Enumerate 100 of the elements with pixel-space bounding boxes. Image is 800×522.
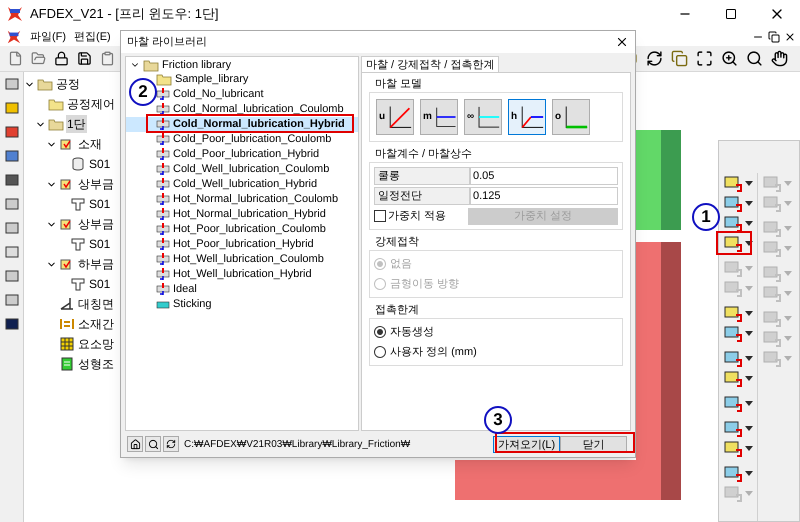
tool-icon[interactable] [4, 76, 20, 92]
dropdown-arrow-icon[interactable] [745, 426, 753, 430]
tree-item[interactable]: 대칭면 [77, 295, 115, 313]
friction-model-button[interactable]: ∞ [464, 99, 502, 135]
clipboard-icon[interactable] [100, 51, 115, 66]
friction-model-button[interactable]: h [508, 99, 546, 135]
tree-item[interactable]: Hot_Normal_lubrication_Hybrid [173, 208, 326, 221]
tree-item[interactable]: 공정 [55, 75, 81, 93]
new-file-icon[interactable] [8, 51, 23, 66]
zoom-fit-icon[interactable] [696, 50, 713, 67]
tree-item[interactable]: Ideal [173, 283, 197, 296]
tree-item[interactable]: Hot_Well_lubrication_Hybrid [173, 268, 312, 281]
tree-item[interactable]: Sample_library [175, 73, 248, 86]
open-folder-icon[interactable] [31, 51, 46, 66]
tree-item[interactable]: Cold_Normal_lubrication_Coulomb [173, 103, 344, 116]
tree-item[interactable]: S01 [88, 195, 112, 213]
lock-icon[interactable] [54, 51, 69, 66]
radio-button[interactable] [374, 326, 386, 338]
tree-item[interactable]: 소재간 [77, 315, 115, 333]
dialog-button[interactable]: 닫기 [560, 436, 627, 452]
tree-item[interactable]: Sticking [173, 298, 212, 311]
die-icon [70, 236, 86, 252]
cubes-icon[interactable] [671, 50, 688, 67]
tool-icon[interactable] [4, 172, 20, 188]
home-button[interactable] [127, 436, 143, 452]
dropdown-arrow-icon[interactable] [745, 356, 753, 360]
search-button[interactable] [145, 436, 161, 452]
save-icon[interactable] [77, 51, 92, 66]
menu-item[interactable]: 파일(F) [30, 28, 66, 46]
tool-icon[interactable] [4, 100, 20, 116]
model-letter: o [555, 112, 562, 122]
dropdown-arrow-icon[interactable] [745, 376, 753, 380]
tree-item[interactable]: 소재 [77, 135, 103, 153]
dropdown-arrow-icon[interactable] [745, 180, 753, 186]
menu-item[interactable]: 편집(E) [74, 28, 111, 46]
tree-item[interactable]: S01 [88, 235, 112, 253]
input-field[interactable]: 0.125 [470, 187, 618, 205]
dropdown-arrow-icon[interactable] [745, 220, 753, 226]
mesh-icon [59, 336, 75, 352]
tree-item[interactable]: Hot_Normal_lubrication_Coulomb [173, 193, 338, 206]
dropdown-arrow-icon[interactable] [745, 400, 753, 406]
tool-icon[interactable] [4, 220, 20, 236]
friction-model-button[interactable]: o [552, 99, 590, 135]
dropdown-arrow-icon[interactable] [745, 446, 753, 450]
tree-item[interactable]: 상부금 [77, 215, 115, 233]
tab[interactable]: 마찰 / 강제접착 / 접촉한계 [361, 56, 500, 72]
zoom-icon[interactable] [746, 50, 763, 67]
tree-item[interactable]: Cold_Poor_lubrication_Coulomb [173, 133, 332, 146]
radio-button[interactable] [374, 346, 386, 358]
input-field[interactable]: 0.05 [470, 167, 618, 185]
tool-icon[interactable] [4, 124, 20, 140]
tree-item[interactable]: 하부금 [77, 255, 115, 273]
tree-item[interactable]: S01 [88, 275, 112, 293]
app-logo-icon [6, 5, 24, 23]
close-icon[interactable] [615, 35, 629, 49]
dropdown-arrow-icon[interactable] [745, 200, 753, 206]
friction-model-button[interactable]: u [376, 99, 414, 135]
tree-item[interactable]: 성형조 [77, 355, 115, 373]
tree-item[interactable]: Cold_Well_lubrication_Hybrid [173, 178, 318, 191]
tool-icon[interactable] [4, 196, 20, 212]
refresh-button[interactable] [163, 436, 179, 452]
dropdown-arrow-icon[interactable] [745, 330, 753, 336]
checkbox[interactable] [374, 210, 386, 222]
group-title: 마찰계수 / 마찰상수 [374, 147, 474, 162]
library-path: C:₩AFDEX₩V21R03₩Library₩Library_Friction₩ [184, 438, 410, 452]
tool-icon[interactable] [4, 316, 20, 332]
dialog-button[interactable]: 가져오기(L) [493, 436, 560, 452]
tree-item[interactable]: Cold_Poor_lubrication_Hybrid [173, 148, 320, 161]
model-letter: m [423, 112, 432, 122]
model-letter: h [511, 112, 518, 122]
tree-item[interactable]: 1단 [66, 115, 87, 133]
pan-icon[interactable] [771, 50, 788, 67]
friction-model-button[interactable]: m [420, 99, 458, 135]
tree-item[interactable]: Friction library [162, 56, 232, 74]
tool-icon[interactable] [4, 268, 20, 284]
app-logo-icon [6, 29, 22, 45]
tree-item[interactable]: Cold_No_lubricant [173, 88, 264, 101]
group-title: 마찰 모델 [374, 77, 424, 92]
dropdown-arrow-icon[interactable] [745, 240, 753, 246]
dropdown-arrow-icon[interactable] [745, 470, 753, 476]
swap-icon[interactable] [646, 50, 663, 67]
restore-icon[interactable] [768, 31, 780, 43]
radio-label: 자동생성 [390, 324, 434, 340]
tree-item[interactable]: 공정제어 [66, 95, 116, 113]
close-icon[interactable] [784, 31, 796, 43]
zoom-in-icon[interactable] [721, 50, 738, 67]
friction-icon [156, 88, 170, 101]
highlight-frame [716, 231, 752, 255]
tool-icon[interactable] [4, 148, 20, 164]
tool-icon[interactable] [4, 244, 20, 260]
tree-item[interactable]: 상부금 [77, 175, 115, 193]
tree-item[interactable]: Hot_Poor_lubrication_Hybrid [173, 238, 314, 251]
tree-item[interactable]: S01 [88, 155, 112, 173]
dropdown-arrow-icon[interactable] [745, 310, 753, 316]
tree-item[interactable]: Hot_Poor_lubrication_Coulomb [173, 223, 326, 236]
tool-icon[interactable] [4, 292, 20, 308]
tree-item[interactable]: Hot_Well_lubrication_Coulomb [173, 253, 324, 266]
tree-item[interactable]: 요소망 [77, 335, 115, 353]
folder-icon [48, 98, 64, 110]
tree-item[interactable]: Cold_Well_lubrication_Coulomb [173, 163, 330, 176]
